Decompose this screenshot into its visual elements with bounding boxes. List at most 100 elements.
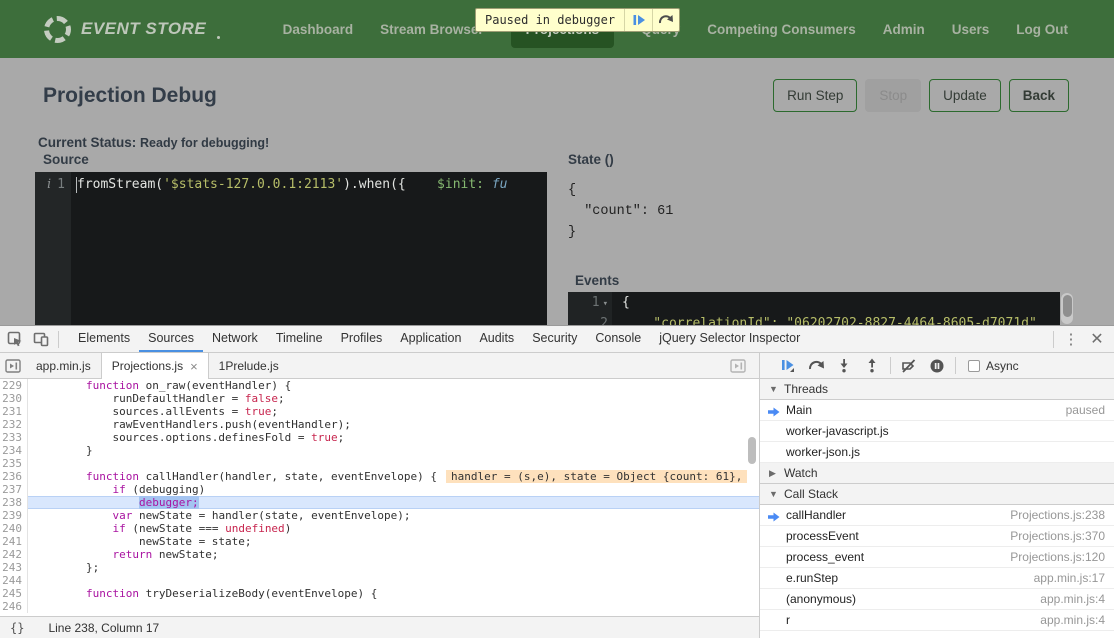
line-number[interactable]: 235 [0,457,28,470]
code-line-235[interactable]: 235 [0,457,759,470]
line-number[interactable]: 229 [0,379,28,392]
events-scrollbar-thumb[interactable] [1063,295,1072,317]
nav-item-admin[interactable]: Admin [883,22,925,37]
call-stack-frame-callhandler[interactable]: callHandlerProjections.js:238 [760,505,1114,526]
code-line-245[interactable]: 245 function tryDeserializeBody(eventEnv… [0,587,759,600]
frame-location[interactable]: Projections.js:370 [1010,529,1114,543]
pretty-print-icon[interactable]: {} [10,621,24,635]
thread-item-worker-javascript-js[interactable]: worker-javascript.js [760,421,1114,442]
file-tab-1prelude-js[interactable]: 1Prelude.js [209,353,289,378]
code-line-232[interactable]: 232 rawEventHandlers.push(eventHandler); [0,418,759,431]
tab-sources[interactable]: Sources [139,326,203,352]
code-vertical-scrollbar[interactable] [748,437,756,464]
file-tab-projections-js[interactable]: Projections.js× [101,353,209,379]
file-tab-app-min-js[interactable]: app.min.js [26,353,101,378]
tab-audits[interactable]: Audits [470,326,523,352]
line-number[interactable]: 242 [0,548,28,561]
nav-item-users[interactable]: Users [952,22,990,37]
async-checkbox[interactable] [968,360,980,372]
navigator-toggle-icon[interactable] [0,353,26,378]
tab-profiles[interactable]: Profiles [332,326,392,352]
back-button[interactable]: Back [1009,79,1069,112]
brand[interactable]: EVENT STORE [44,16,220,43]
call-stack-frame-e-runstep[interactable]: e.runStepapp.min.js:17 [760,568,1114,589]
nav-item-dashboard[interactable]: Dashboard [283,22,354,37]
line-number[interactable]: 239 [0,509,28,522]
thread-item-worker-json-js[interactable]: worker-json.js [760,442,1114,463]
line-number[interactable]: 245 [0,587,28,600]
tab-timeline[interactable]: Timeline [267,326,332,352]
device-toolbar-icon[interactable] [28,326,54,352]
line-number[interactable]: 246 [0,600,28,613]
code-line-240[interactable]: 240 if (newState === undefined) [0,522,759,535]
line-number[interactable]: 240 [0,522,28,535]
frame-location[interactable]: Projections.js:120 [1010,550,1114,564]
code-editor[interactable]: 229 function on_raw(eventHandler) {230 r… [0,379,759,616]
code-line-231[interactable]: 231 sources.allEvents = true; [0,405,759,418]
callstack-section-header[interactable]: ▼ Call Stack [760,484,1114,505]
code-line-243[interactable]: 243 }; [0,561,759,574]
code-line-233[interactable]: 233 sources.options.definesFold = true; [0,431,759,444]
thread-item-main[interactable]: Mainpaused [760,400,1114,421]
tab-elements[interactable]: Elements [69,326,139,352]
line-number[interactable]: 234 [0,444,28,457]
line-number[interactable]: 233 [0,431,28,444]
line-number[interactable]: 243 [0,561,28,574]
events-editor[interactable]: 1▾{2 "correlationId": "06202702-8827-446… [568,292,1060,325]
tab-jquery-selector-inspector[interactable]: jQuery Selector Inspector [650,326,809,352]
source-code-editor[interactable]: i1 fromStream('$stats-127.0.0.1:2113').w… [35,172,547,325]
tab-security[interactable]: Security [523,326,586,352]
line-number[interactable]: 236 [0,470,28,483]
deactivate-breakpoints-button[interactable] [895,354,923,378]
nav-item-stream-browser[interactable]: Stream Browser [380,22,484,37]
code-line-237[interactable]: 237 if (debugging) [0,483,759,496]
resume-script-button[interactable] [625,9,652,31]
pause-on-exceptions-button[interactable] [923,354,951,378]
line-number[interactable]: 244 [0,574,28,587]
devtools-close-icon[interactable]: ✕ [1084,326,1110,352]
devtools-menu-icon[interactable]: ⋮ [1058,326,1084,352]
line-number[interactable]: 241 [0,535,28,548]
line-number[interactable]: 230 [0,392,28,405]
nav-item-competing-consumers[interactable]: Competing Consumers [707,22,856,37]
code-line-244[interactable]: 244 [0,574,759,587]
line-number[interactable]: 237 [0,483,28,496]
line-number[interactable]: 238 [0,496,28,509]
run-step-button[interactable]: Run Step [773,79,857,112]
events-scrollbar[interactable] [1061,293,1073,324]
code-line-236[interactable]: 236 function callHandler(handler, state,… [0,470,759,483]
tab-console[interactable]: Console [586,326,650,352]
line-number[interactable]: 232 [0,418,28,431]
code-line-238[interactable]: 238 debugger; [0,496,759,509]
threads-section-header[interactable]: ▼ Threads [760,379,1114,400]
step-into-button[interactable] [830,354,858,378]
code-line-229[interactable]: 229 function on_raw(eventHandler) { [0,379,759,392]
nav-item-log-out[interactable]: Log Out [1016,22,1068,37]
inspect-element-icon[interactable] [2,326,28,352]
code-line-246[interactable]: 246 [0,600,759,613]
frame-location[interactable]: app.min.js:4 [1040,613,1114,627]
frame-location[interactable]: app.min.js:17 [1034,571,1114,585]
step-over-button-banner[interactable] [652,9,679,31]
code-line-239[interactable]: 239 var newState = handler(state, eventE… [0,509,759,522]
frame-location[interactable]: app.min.js:4 [1040,592,1114,606]
call-stack-frame--anonymous-[interactable]: (anonymous)app.min.js:4 [760,589,1114,610]
call-stack-frame-r[interactable]: rapp.min.js:4 [760,610,1114,631]
line-number[interactable]: 231 [0,405,28,418]
call-stack-frame-process-event[interactable]: process_eventProjections.js:120 [760,547,1114,568]
code-line-242[interactable]: 242 return newState; [0,548,759,561]
watch-section-header[interactable]: ▶ Watch [760,463,1114,484]
resume-script-button[interactable] [774,354,802,378]
close-tab-icon[interactable]: × [190,359,198,374]
step-out-button[interactable] [858,354,886,378]
code-line-241[interactable]: 241 newState = state; [0,535,759,548]
tab-application[interactable]: Application [391,326,470,352]
code-line-234[interactable]: 234 } [0,444,759,457]
debugger-sidebar-toggle-icon[interactable] [725,353,751,378]
tab-network[interactable]: Network [203,326,267,352]
update-button[interactable]: Update [929,79,1001,112]
call-stack-frame-processevent[interactable]: processEventProjections.js:370 [760,526,1114,547]
frame-location[interactable]: Projections.js:238 [1010,508,1114,522]
step-over-button[interactable] [802,354,830,378]
code-line-230[interactable]: 230 runDefaultHandler = false; [0,392,759,405]
